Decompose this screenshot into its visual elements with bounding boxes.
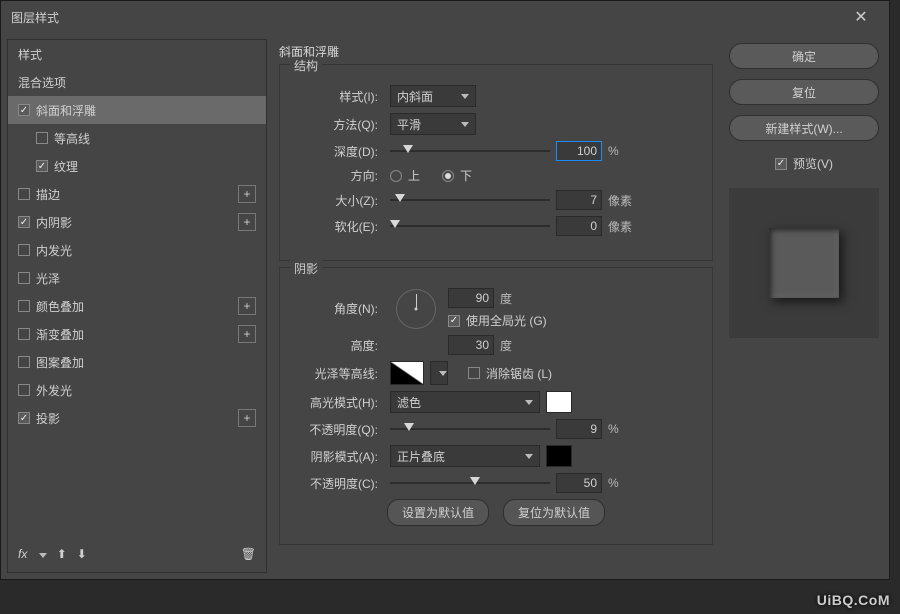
sidebar-item-styles[interactable]: 样式	[8, 40, 266, 68]
method-label: 方法(Q):	[292, 116, 378, 133]
direction-label: 方向:	[292, 167, 378, 184]
settings-panel: 斜面和浮雕 结构 样式(I): 内斜面 方法(Q): 平滑 深度(D): 100…	[273, 33, 719, 579]
sidebar-item-outerglow[interactable]: 外发光	[8, 376, 266, 404]
close-button[interactable]: ✕	[843, 2, 879, 32]
shading-group: 阴影 角度(N): 90 度 使用全局光 (G)	[279, 267, 713, 545]
shadow-mode-select[interactable]: 正片叠底	[390, 445, 540, 467]
method-select[interactable]: 平滑	[390, 113, 476, 135]
structure-group: 结构 样式(I): 内斜面 方法(Q): 平滑 深度(D): 100 % 方向:	[279, 64, 713, 261]
depth-slider[interactable]	[390, 141, 550, 161]
arrow-up-icon[interactable]: ⬆	[57, 547, 67, 561]
highlight-opacity-label: 不透明度(Q):	[292, 421, 378, 438]
reset-button[interactable]: 复位	[729, 79, 879, 105]
sidebar-item-contour[interactable]: 等高线	[8, 124, 266, 152]
new-style-button[interactable]: 新建样式(W)...	[729, 115, 879, 141]
add-effect-icon[interactable]: +	[238, 213, 256, 231]
reset-default-button[interactable]: 复位为默认值	[503, 499, 605, 526]
checkbox-icon[interactable]	[18, 412, 30, 424]
size-label: 大小(Z):	[292, 192, 378, 209]
gloss-contour-dropdown[interactable]	[430, 361, 448, 385]
checkbox-icon[interactable]	[18, 272, 30, 284]
title-bar: 图层样式 ✕	[1, 1, 889, 33]
gloss-contour-picker[interactable]	[390, 361, 424, 385]
add-effect-icon[interactable]: +	[238, 185, 256, 203]
structure-legend: 结构	[290, 57, 322, 74]
soften-slider[interactable]	[390, 216, 550, 236]
shadow-opacity-label: 不透明度(C):	[292, 475, 378, 492]
sidebar-item-gradoverlay[interactable]: 渐变叠加+	[8, 320, 266, 348]
checkbox-icon[interactable]	[18, 356, 30, 368]
checkbox-icon[interactable]	[18, 188, 30, 200]
set-default-button[interactable]: 设置为默认值	[387, 499, 489, 526]
altitude-input[interactable]: 30	[448, 335, 494, 355]
chevron-down-icon	[525, 454, 533, 459]
antialias-checkbox[interactable]	[468, 367, 480, 379]
shadow-opacity-slider[interactable]	[390, 473, 550, 493]
style-label: 样式(I):	[292, 88, 378, 105]
panel-title: 斜面和浮雕	[279, 43, 713, 60]
highlight-mode-label: 高光模式(H):	[292, 394, 378, 411]
size-slider[interactable]	[390, 190, 550, 210]
global-light-checkbox[interactable]	[448, 315, 460, 327]
checkbox-icon[interactable]	[18, 328, 30, 340]
shadow-color-swatch[interactable]	[546, 445, 572, 467]
chevron-down-icon	[525, 400, 533, 405]
angle-input[interactable]: 90	[448, 288, 494, 308]
add-effect-icon[interactable]: +	[238, 325, 256, 343]
checkbox-icon[interactable]	[18, 300, 30, 312]
preview-thumbnail	[729, 188, 879, 338]
add-effect-icon[interactable]: +	[238, 409, 256, 427]
checkbox-icon[interactable]	[18, 216, 30, 228]
sidebar-item-coloroverlay[interactable]: 颜色叠加+	[8, 292, 266, 320]
size-input[interactable]: 7	[556, 190, 602, 210]
altitude-label: 高度:	[292, 337, 378, 354]
soften-input[interactable]: 0	[556, 216, 602, 236]
shadow-opacity-input[interactable]: 50	[556, 473, 602, 493]
sidebar-item-innershadow[interactable]: 内阴影+	[8, 208, 266, 236]
trash-icon[interactable]: 🗑	[241, 547, 256, 561]
direction-down-radio[interactable]	[442, 170, 454, 182]
soften-label: 软化(E):	[292, 218, 378, 235]
sidebar-item-patoverlay[interactable]: 图案叠加	[8, 348, 266, 376]
checkbox-icon[interactable]	[18, 244, 30, 256]
right-panel: 确定 复位 新建样式(W)... 预览(V)	[719, 33, 889, 579]
sidebar-item-innerglow[interactable]: 内发光	[8, 236, 266, 264]
chevron-down-icon	[461, 122, 469, 127]
checkbox-icon[interactable]	[18, 384, 30, 396]
shading-legend: 阴影	[290, 260, 322, 277]
add-effect-icon[interactable]: +	[238, 297, 256, 315]
angle-label: 角度(N):	[292, 300, 378, 317]
watermark: UiBQ.CoM	[817, 592, 890, 608]
ok-button[interactable]: 确定	[729, 43, 879, 69]
gloss-contour-label: 光泽等高线:	[292, 365, 378, 382]
sidebar-item-blending[interactable]: 混合选项	[8, 68, 266, 96]
checkbox-icon[interactable]	[36, 160, 48, 172]
shadow-mode-label: 阴影模式(A):	[292, 448, 378, 465]
depth-input[interactable]: 100	[556, 141, 602, 161]
angle-dial[interactable]	[396, 289, 436, 329]
styles-sidebar: 样式 混合选项 斜面和浮雕 等高线 纹理 描边+ 内阴影+ 内发光 光泽 颜色叠…	[7, 39, 267, 573]
checkbox-icon[interactable]	[18, 104, 30, 116]
sidebar-item-texture[interactable]: 纹理	[8, 152, 266, 180]
dialog-title: 图层样式	[11, 9, 59, 26]
sidebar-item-bevel[interactable]: 斜面和浮雕	[8, 96, 266, 124]
preview-checkbox[interactable]	[775, 158, 787, 170]
highlight-color-swatch[interactable]	[546, 391, 572, 413]
fx-menu-icon[interactable]: fx	[18, 547, 47, 561]
highlight-opacity-slider[interactable]	[390, 419, 550, 439]
chevron-down-icon	[439, 371, 447, 376]
sidebar-item-satin[interactable]: 光泽	[8, 264, 266, 292]
sidebar-item-dropshadow[interactable]: 投影+	[8, 404, 266, 432]
checkbox-icon[interactable]	[36, 132, 48, 144]
arrow-down-icon[interactable]: ⬇	[77, 547, 87, 561]
highlight-opacity-input[interactable]: 9	[556, 419, 602, 439]
chevron-down-icon	[461, 94, 469, 99]
highlight-mode-select[interactable]: 滤色	[390, 391, 540, 413]
style-select[interactable]: 内斜面	[390, 85, 476, 107]
depth-label: 深度(D):	[292, 143, 378, 160]
direction-up-radio[interactable]	[390, 170, 402, 182]
sidebar-item-stroke[interactable]: 描边+	[8, 180, 266, 208]
